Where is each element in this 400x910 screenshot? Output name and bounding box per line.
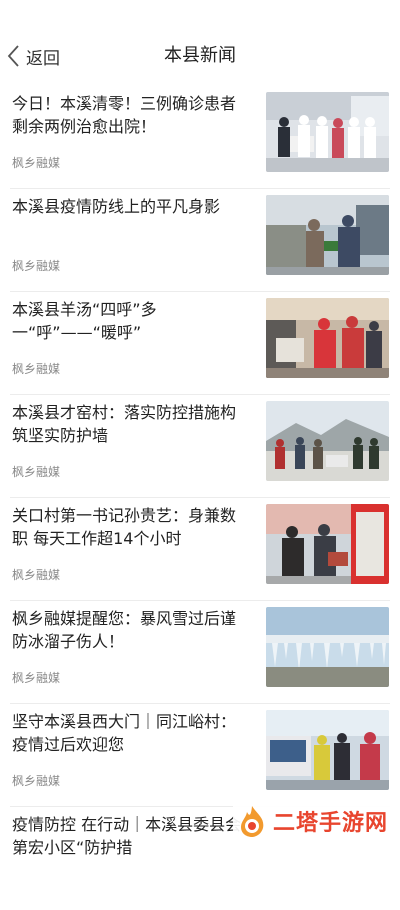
news-item[interactable]: 本溪县羊汤“四呼”多 一“呼”——“暖呼” 枫乡融媒 xyxy=(0,292,400,395)
news-headline: 本溪县才窑村：落实防控措施构筑坚实防护墙 xyxy=(12,403,237,445)
news-source: 枫乡融媒 xyxy=(12,156,61,170)
watermark-text: 二塔手游网 xyxy=(272,811,388,836)
news-headline: 疫情防控 在行动｜本溪县委县会第宏小区“防护措 xyxy=(12,815,242,857)
news-thumbnail xyxy=(266,710,389,790)
news-thumbnail xyxy=(266,92,389,172)
news-item[interactable]: 坚守本溪县西大门｜同江峪村：疫情过后欢迎您 枫乡融媒 xyxy=(0,704,400,807)
news-headline: 坚守本溪县西大门｜同江峪村：疫情过后欢迎您 xyxy=(12,712,237,754)
news-item[interactable]: 本溪县疫情防线上的平凡身影 枫乡融媒 xyxy=(0,189,400,292)
news-thumbnail xyxy=(266,607,389,687)
news-source: 枫乡融媒 xyxy=(12,774,61,788)
news-headline: 本溪县疫情防线上的平凡身影 xyxy=(12,197,221,216)
news-headline: 枫乡融媒提醒您：暴风雪过后谨防冰溜子伤人！ xyxy=(12,609,237,651)
news-thumbnail xyxy=(266,298,389,378)
news-source: 枫乡融媒 xyxy=(12,259,61,273)
news-list: 今日！本溪清零！三例确诊患者剩余两例治愈出院！ 枫乡融媒 本溪县疫情防线上的平凡… xyxy=(0,86,400,910)
news-source: 枫乡融媒 xyxy=(12,362,61,376)
flame-logo-icon xyxy=(240,806,264,837)
watermark: 二塔手游网 xyxy=(232,802,392,840)
top-bar: 返回 本县新闻 xyxy=(0,0,400,86)
news-item[interactable]: 今日！本溪清零！三例确诊患者剩余两例治愈出院！ 枫乡融媒 xyxy=(0,86,400,189)
news-thumbnail xyxy=(266,504,389,584)
news-item[interactable]: 本溪县才窑村：落实防控措施构筑坚实防护墙 枫乡融媒 xyxy=(0,395,400,498)
news-source: 枫乡融媒 xyxy=(12,465,61,479)
news-source: 枫乡融媒 xyxy=(12,568,61,582)
news-headline: 今日！本溪清零！三例确诊患者剩余两例治愈出院！ xyxy=(12,94,237,136)
news-item[interactable]: 枫乡融媒提醒您：暴风雪过后谨防冰溜子伤人！ 枫乡融媒 xyxy=(0,601,400,704)
news-item[interactable]: 关口村第一书记孙贵艺：身兼数职 每天工作超14个小时 枫乡融媒 xyxy=(0,498,400,601)
news-headline: 本溪县羊汤“四呼”多 一“呼”——“暖呼” xyxy=(12,300,157,342)
news-source: 枫乡融媒 xyxy=(12,671,61,685)
news-headline: 关口村第一书记孙贵艺：身兼数职 每天工作超14个小时 xyxy=(12,506,237,548)
news-thumbnail xyxy=(266,401,389,481)
news-thumbnail xyxy=(266,195,389,275)
page-title: 本县新闻 xyxy=(164,45,236,66)
